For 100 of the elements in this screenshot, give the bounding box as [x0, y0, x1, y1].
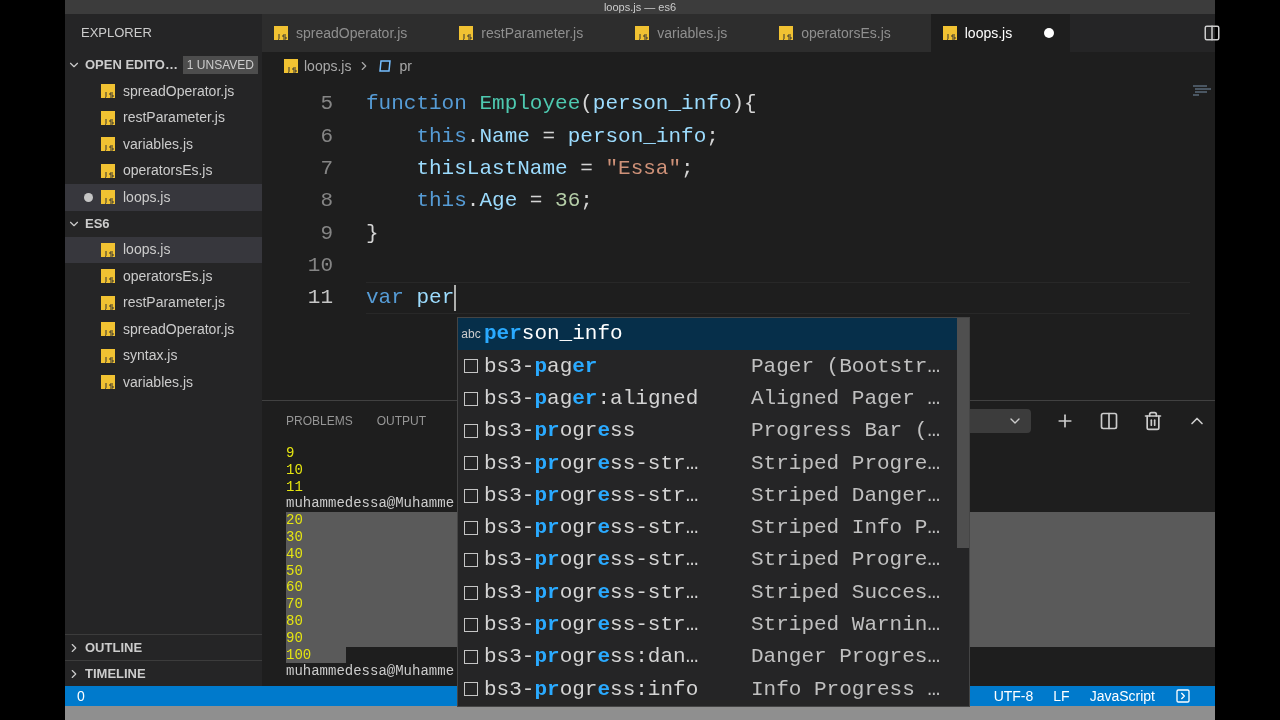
snippet-icon	[464, 359, 478, 374]
suggestion-item[interactable]: bs3-progress-str… Striped Danger…	[458, 479, 957, 512]
split-icon[interactable]	[1099, 411, 1119, 431]
file-item[interactable]: operatorsEs.js	[65, 157, 262, 184]
suggestion-item[interactable]: bs3-progress-str… Striped Progre…	[458, 544, 957, 577]
line-number: 9	[319, 220, 333, 247]
suggestion-detail: Aligned Pager …	[751, 386, 941, 412]
line-number: 10	[306, 252, 333, 279]
file-name: restParameter.js	[123, 108, 225, 128]
editor-tab[interactable]: operatorsEs.js	[767, 14, 931, 52]
section-header[interactable]: OPEN EDITO… 1 UNSAVED	[65, 52, 262, 78]
suggestion-label: bs3-pager:aligned	[484, 386, 700, 412]
file-item[interactable]: loops.js	[65, 236, 262, 263]
file-name: loops.js	[123, 187, 171, 207]
suggestion-item[interactable]: bs3-progress-str… Striped Succes…	[458, 576, 957, 609]
editor-tab[interactable]: variables.js	[623, 14, 768, 52]
file-name: variables.js	[123, 134, 194, 154]
snippet-icon	[464, 456, 478, 471]
javascript-file-icon	[101, 110, 115, 125]
file-item[interactable]: syntax.js	[65, 342, 262, 369]
javascript-file-icon	[101, 348, 115, 363]
split-editor-icon[interactable]	[1203, 24, 1221, 42]
section-header[interactable]: ES6	[65, 210, 262, 237]
breadcrumb-file[interactable]: loops.js	[304, 55, 352, 77]
trash-icon[interactable]	[1143, 411, 1163, 431]
suggestion-label: bs3-progress-str…	[484, 482, 700, 509]
terminal-line: 80	[286, 612, 303, 630]
status-item[interactable]: UTF-8	[993, 685, 1034, 707]
breadcrumb-symbol[interactable]: pr	[399, 55, 412, 77]
file-item[interactable]: spreadOperator.js	[65, 316, 262, 343]
javascript-file-icon	[635, 26, 650, 40]
unsaved-badge: 1 UNSAVED	[182, 56, 258, 74]
suggestion-item[interactable]: abc person_info	[458, 318, 957, 351]
text-cursor	[454, 284, 457, 311]
line-number: 7	[319, 156, 333, 182]
file-item[interactable]: variables.js	[65, 369, 262, 396]
javascript-file-icon	[284, 59, 298, 73]
status-item[interactable]: JavaScript	[1089, 685, 1155, 707]
terminal-line: 50	[286, 562, 303, 580]
file-name: spreadOperator.js	[123, 319, 235, 339]
editor-tab[interactable]: loops.js	[930, 14, 1071, 52]
panel-tab[interactable]: PROBLEMS	[286, 412, 353, 430]
javascript-file-icon	[942, 26, 957, 40]
snippet-icon	[464, 585, 478, 600]
terminal-line: 60	[286, 579, 303, 597]
panel-tab[interactable]: OUTPUT	[376, 412, 427, 430]
javascript-file-icon	[101, 242, 115, 257]
suggestion-label: bs3-progress-str…	[484, 450, 700, 477]
file-name: spreadOperator.js	[123, 81, 235, 101]
code-line: thisLastName = "Essa";	[415, 156, 694, 182]
suggestion-label: bs3-progress:info	[484, 676, 700, 703]
suggestion-item[interactable]: bs3-progress-str… Striped Info P…	[458, 511, 957, 545]
scrollbar-thumb[interactable]	[957, 318, 969, 548]
terminal-line: 40	[286, 545, 303, 563]
suggestion-item[interactable]: bs3-progress-str… Striped Warnin…	[458, 608, 957, 641]
suggestion-label: bs3-progress	[484, 418, 637, 445]
suggestion-item[interactable]: bs3-progress Progress Bar (…	[458, 414, 957, 448]
javascript-file-icon	[101, 84, 115, 99]
file-name: syntax.js	[123, 346, 178, 366]
file-item[interactable]: restParameter.js	[65, 289, 262, 316]
file-name: restParameter.js	[123, 293, 225, 313]
status-item[interactable]: LF	[1053, 685, 1070, 707]
suggestion-detail: Striped Succes…	[751, 579, 941, 606]
snippet-icon	[464, 682, 478, 697]
editor-tab[interactable]: spreadOperator.js	[262, 14, 448, 52]
suggestion-detail: Striped Progre…	[751, 450, 941, 477]
snippet-icon	[464, 553, 478, 568]
line-number: 5	[319, 91, 333, 118]
suggestion-item[interactable]: bs3-pager:aligned Aligned Pager …	[458, 382, 957, 415]
line-number: 8	[319, 188, 333, 215]
editor-tab[interactable]: restParameter.js	[447, 14, 624, 52]
suggestion-item[interactable]: bs3-progress:dan… Danger Progres…	[458, 640, 957, 674]
file-name: operatorsEs.js	[123, 266, 213, 286]
suggestion-item[interactable]: bs3-progress:info Info Progress …	[458, 673, 957, 706]
javascript-file-icon	[101, 269, 115, 284]
file-name: operatorsEs.js	[123, 161, 213, 181]
feedback-icon[interactable]	[1175, 688, 1191, 704]
terminal-line: muhammedessa@Muhamme	[286, 495, 455, 513]
file-item[interactable]: loops.js	[65, 184, 262, 211]
file-item[interactable]: operatorsEs.js	[65, 263, 262, 290]
suggestion-detail: Pager (Bootstr…	[751, 353, 941, 380]
suggestion-detail: Striped Warnin…	[751, 612, 941, 639]
suggestion-detail: Striped Progre…	[751, 547, 941, 574]
status-item[interactable]: 0	[77, 685, 85, 707]
javascript-file-icon	[101, 322, 115, 337]
javascript-file-icon	[459, 26, 474, 40]
terminal-line: 30	[286, 529, 303, 546]
suggestion-item[interactable]: bs3-pager Pager (Bootstr…	[458, 350, 957, 383]
snippet-icon	[464, 650, 478, 665]
file-item[interactable]: variables.js	[65, 131, 262, 158]
variable-icon	[377, 60, 394, 72]
terminal-line: 9	[286, 445, 295, 462]
suggestion-item[interactable]: bs3-progress-str… Striped Progre…	[458, 447, 957, 480]
file-item[interactable]: spreadOperator.js	[65, 78, 262, 105]
line-number: 6	[319, 123, 333, 150]
file-item[interactable]: restParameter.js	[65, 104, 262, 131]
javascript-file-icon	[101, 295, 115, 310]
terminal-line: muhammedessa@Muhamme	[286, 663, 455, 681]
snippet-icon	[464, 424, 478, 439]
terminal-line: 70	[286, 596, 303, 613]
